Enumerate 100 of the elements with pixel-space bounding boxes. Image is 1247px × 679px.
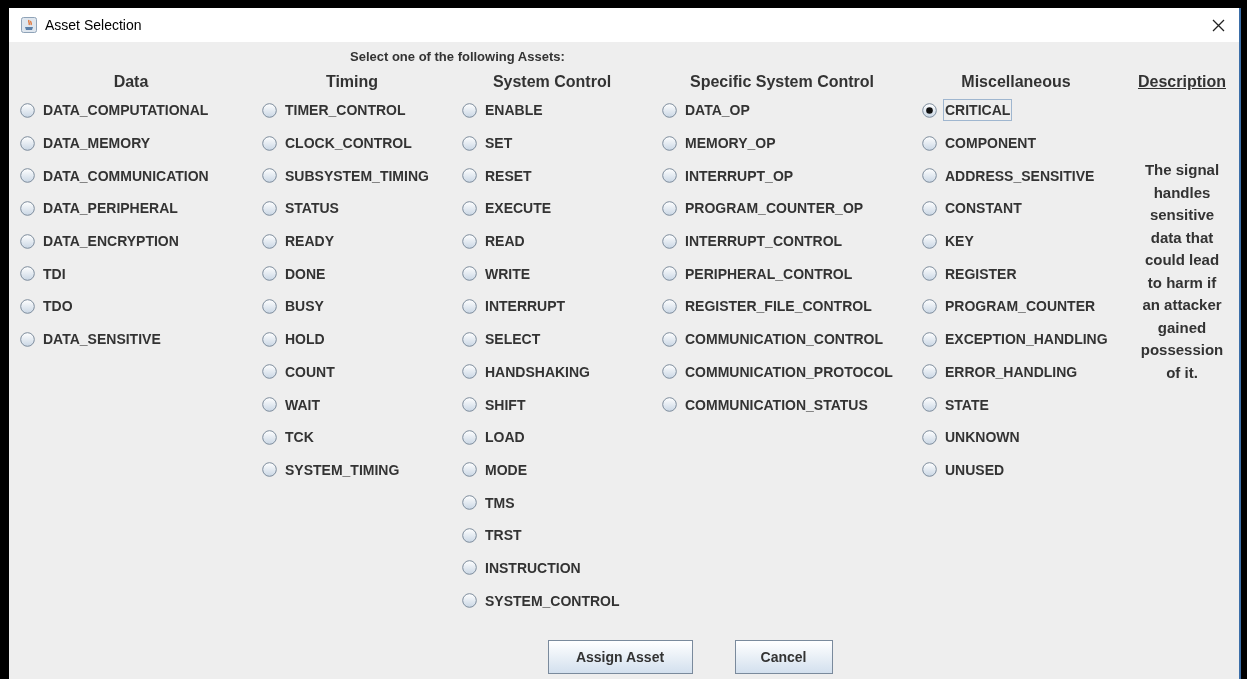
radio-icon[interactable] [462,495,477,511]
radio-icon[interactable] [462,429,477,445]
radio-icon[interactable] [20,102,35,118]
radio-icon[interactable] [20,266,35,282]
radio-option[interactable]: TCK [262,420,462,454]
radio-icon[interactable] [662,331,677,347]
radio-icon[interactable] [262,429,277,445]
radio-option[interactable]: MODE [462,453,662,487]
radio-icon[interactable] [462,593,477,609]
radio-icon[interactable] [462,331,477,347]
radio-option[interactable]: SYSTEM_CONTROL [462,584,662,617]
radio-option[interactable]: TDI [20,257,262,291]
radio-option[interactable]: SUBSYSTEM_TIMING [262,159,462,193]
radio-option[interactable]: BUSY [262,290,462,323]
radio-option[interactable]: UNKNOWN [922,420,1130,454]
radio-option[interactable]: READ [462,224,662,258]
radio-icon[interactable] [262,102,277,118]
radio-icon[interactable] [462,527,477,543]
radio-icon[interactable] [922,429,937,445]
radio-icon[interactable] [922,364,937,380]
radio-icon[interactable] [462,462,477,478]
radio-icon[interactable] [922,168,937,184]
radio-icon[interactable] [262,233,277,249]
radio-option[interactable]: TMS [462,486,662,519]
radio-icon[interactable] [922,331,937,347]
radio-option[interactable]: DATA_COMMUNICATION [20,159,262,193]
radio-icon[interactable] [462,102,477,118]
radio-icon[interactable] [20,331,35,347]
radio-option[interactable]: WRITE [462,257,662,291]
radio-icon[interactable] [462,397,477,413]
radio-option[interactable]: REGISTER [922,257,1130,291]
radio-option[interactable]: COUNT [262,355,462,389]
radio-icon[interactable] [20,298,35,314]
radio-icon[interactable] [922,397,937,413]
radio-option[interactable]: STATUS [262,192,462,225]
radio-icon[interactable] [462,135,477,151]
radio-icon[interactable] [462,560,477,576]
radio-option[interactable]: READY [262,224,462,258]
radio-icon[interactable] [462,298,477,314]
radio-option[interactable]: INTERRUPT_CONTROL [662,224,922,258]
radio-option[interactable]: DATA_OP [662,94,922,127]
radio-icon[interactable] [922,102,937,118]
radio-icon[interactable] [20,200,35,216]
radio-option[interactable]: DATA_ENCRYPTION [20,224,262,258]
radio-option[interactable]: PROGRAM_COUNTER_OP [662,192,922,225]
radio-icon[interactable] [662,102,677,118]
radio-icon[interactable] [662,168,677,184]
radio-icon[interactable] [262,298,277,314]
radio-option[interactable]: WAIT [262,388,462,421]
radio-icon[interactable] [922,298,937,314]
radio-option[interactable]: LOAD [462,420,662,454]
radio-option[interactable]: INTERRUPT [462,290,662,323]
radio-option[interactable]: MEMORY_OP [662,126,922,160]
radio-option[interactable]: COMPONENT [922,126,1130,160]
radio-icon[interactable] [662,135,677,151]
radio-option[interactable]: SELECT [462,322,662,356]
radio-option[interactable]: HANDSHAKING [462,355,662,389]
radio-option[interactable]: SHIFT [462,388,662,421]
radio-icon[interactable] [462,233,477,249]
radio-icon[interactable] [462,200,477,216]
radio-icon[interactable] [262,331,277,347]
close-icon[interactable] [1212,18,1225,32]
radio-option[interactable]: PERIPHERAL_CONTROL [662,257,922,291]
radio-icon[interactable] [662,298,677,314]
radio-icon[interactable] [262,200,277,216]
radio-option[interactable]: CONSTANT [922,192,1130,225]
radio-icon[interactable] [922,135,937,151]
radio-option[interactable]: RESET [462,159,662,193]
radio-icon[interactable] [20,168,35,184]
radio-option[interactable]: DATA_SENSITIVE [20,322,262,356]
radio-option[interactable]: PROGRAM_COUNTER [922,290,1130,323]
radio-option[interactable]: TDO [20,290,262,323]
radio-icon[interactable] [20,135,35,151]
radio-icon[interactable] [462,168,477,184]
radio-option[interactable]: DATA_MEMORY [20,126,262,160]
radio-icon[interactable] [262,397,277,413]
radio-option[interactable]: KEY [922,224,1130,258]
radio-icon[interactable] [462,364,477,380]
radio-icon[interactable] [662,266,677,282]
radio-icon[interactable] [20,233,35,249]
radio-icon[interactable] [262,135,277,151]
radio-icon[interactable] [922,200,937,216]
dialog-button[interactable]: Assign Asset [547,640,693,674]
radio-option[interactable]: UNUSED [922,453,1130,487]
radio-option[interactable]: INTERRUPT_OP [662,159,922,193]
radio-icon[interactable] [262,462,277,478]
radio-option[interactable]: CRITICAL [922,94,1130,127]
radio-option[interactable]: CLOCK_CONTROL [262,126,462,160]
radio-option[interactable]: REGISTER_FILE_CONTROL [662,290,922,323]
radio-option[interactable]: INSTRUCTION [462,551,662,585]
radio-icon[interactable] [262,168,277,184]
radio-option[interactable]: DATA_COMPUTATIONAL [20,94,262,127]
radio-option[interactable]: EXCEPTION_HANDLING [922,322,1130,356]
radio-option[interactable]: SYSTEM_TIMING [262,453,462,487]
radio-icon[interactable] [462,266,477,282]
radio-option[interactable]: DATA_PERIPHERAL [20,192,262,225]
radio-option[interactable]: COMMUNICATION_CONTROL [662,322,922,356]
radio-icon[interactable] [662,200,677,216]
radio-option[interactable]: EXECUTE [462,192,662,225]
radio-option[interactable]: HOLD [262,322,462,356]
